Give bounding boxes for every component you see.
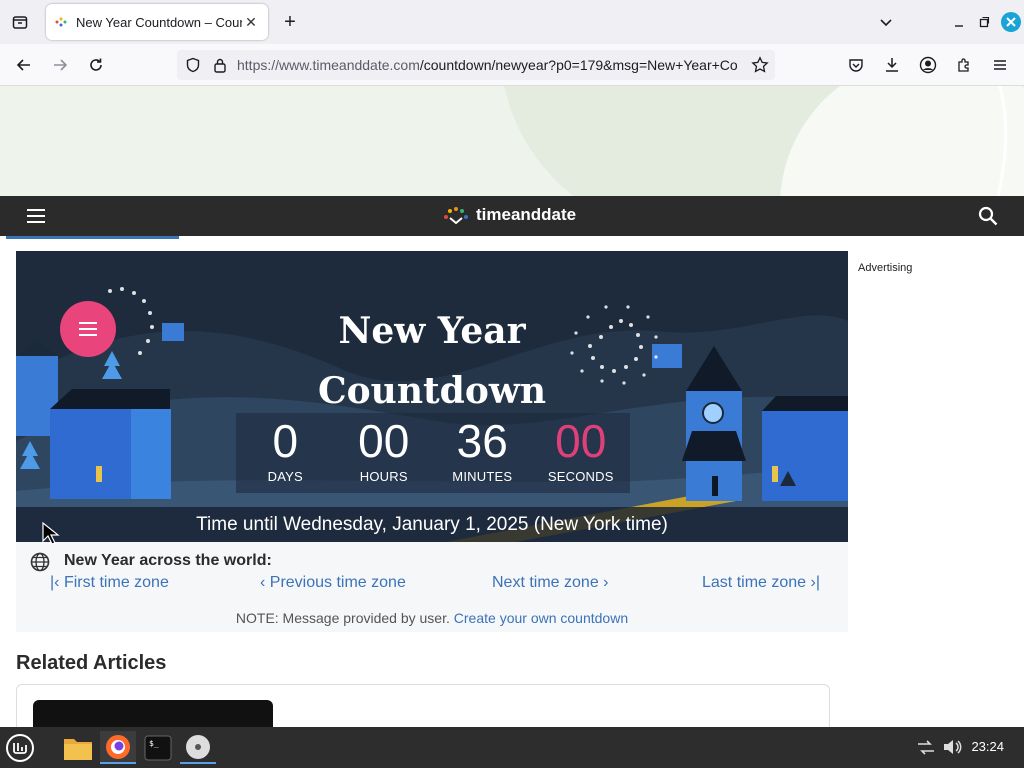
tab-close-icon[interactable]: ✕ (242, 14, 260, 31)
countdown-timer: 0 DAYS 00 HOURS 36 MINUTES 00 SECONDS (236, 413, 630, 493)
days-cell: 0 DAYS (236, 413, 335, 493)
tab-list-chevron-icon[interactable] (872, 8, 900, 36)
taskbar-clock[interactable]: 23:24 (971, 739, 1004, 754)
countdown-hero: New Year Countdown 0 DAYS 00 HOURS 36 MI… (16, 251, 848, 542)
countdown-title-line1: New Year (338, 310, 526, 352)
app-menu-icon[interactable] (986, 51, 1014, 79)
bookmark-star-icon[interactable] (751, 56, 769, 79)
active-section-indicator (6, 236, 179, 239)
advertising-label: Advertising (858, 262, 913, 274)
first-time-zone-link[interactable]: |‹ First time zone (50, 574, 169, 592)
countdown-caption: Time until Wednesday, January 1, 2025 (N… (16, 507, 848, 542)
lock-icon[interactable] (213, 57, 227, 78)
network-status-icon[interactable] (916, 739, 936, 762)
last-arrow-icon: ›| (806, 574, 821, 591)
seconds-label: SECONDS (547, 469, 614, 484)
ad-banner (0, 86, 1024, 196)
days-label: DAYS (267, 469, 303, 484)
create-countdown-link[interactable]: Create your own countdown (454, 610, 628, 626)
back-arrow-icon[interactable] (10, 51, 38, 79)
seconds-cell: 00 SECONDS (532, 413, 631, 493)
volume-icon[interactable] (942, 738, 962, 761)
next-time-zone-label: Next time zone (492, 574, 599, 591)
reload-icon[interactable] (82, 51, 110, 79)
countdown-title-line2: Countdown (318, 370, 546, 412)
globe-icon (30, 552, 50, 577)
files-folder-icon[interactable] (60, 731, 96, 764)
minutes-cell: 36 MINUTES (433, 413, 532, 493)
hours-label: HOURS (359, 469, 408, 484)
svg-text:$_: $_ (149, 739, 159, 748)
downloads-icon[interactable] (878, 51, 906, 79)
start-menu-icon[interactable] (2, 731, 38, 764)
first-time-zone-label: First time zone (63, 574, 169, 591)
related-articles-heading: Related Articles (16, 652, 167, 674)
seconds-value: 00 (555, 415, 607, 467)
previous-time-zone-label: Previous time zone (269, 574, 406, 591)
chevron-right-icon: › (598, 574, 609, 591)
tab-active[interactable]: New Year Countdown – Countdown Timer ✕ (46, 4, 268, 40)
tracking-shield-icon[interactable] (185, 57, 201, 78)
hours-value: 00 (358, 415, 410, 467)
url-text[interactable]: https://www.timeanddate.com/countdown/ne… (237, 57, 737, 73)
site-logo[interactable]: timeanddate (442, 205, 576, 225)
previous-time-zone-link[interactable]: ‹ Previous time zone (260, 574, 406, 592)
url-bar[interactable]: https://www.timeanddate.com/countdown/ne… (177, 50, 775, 80)
site-header: timeanddate (0, 196, 1024, 236)
hamburger-menu-icon[interactable] (26, 208, 46, 229)
window-maximize-icon[interactable] (970, 8, 998, 36)
tab-title: New Year Countdown – Countdown Timer (76, 14, 242, 30)
browser-tab-bar: New Year Countdown – Countdown Timer ✕ + (0, 0, 1024, 44)
site-favicon-icon (54, 15, 68, 29)
os-taskbar: $_ 23:24 (0, 727, 1024, 768)
user-message-note: NOTE: Message provided by user. Create y… (16, 610, 848, 626)
account-icon[interactable] (914, 51, 942, 79)
note-text: NOTE: Message provided by user. (235, 610, 450, 626)
last-time-zone-label: Last time zone (702, 574, 807, 591)
world-timezone-nav: New Year across the world: |‹ First time… (16, 542, 848, 632)
logo-sunburst-icon (444, 207, 468, 225)
minutes-label: MINUTES (452, 469, 513, 484)
terminal-app-icon[interactable]: $_ (140, 731, 176, 764)
mouse-cursor-icon (42, 522, 60, 545)
chevron-left-icon: ‹ (260, 574, 270, 591)
days-value: 0 (272, 415, 299, 467)
next-time-zone-link[interactable]: Next time zone › (492, 574, 609, 592)
tab-overview-icon[interactable] (6, 8, 34, 36)
window-minimize-icon[interactable] (945, 8, 973, 36)
extensions-icon[interactable] (950, 51, 978, 79)
pocket-icon[interactable] (842, 51, 870, 79)
search-icon[interactable] (978, 206, 998, 231)
world-heading: New Year across the world: (64, 552, 272, 569)
forward-arrow-icon[interactable] (46, 51, 74, 79)
first-arrow-icon: |‹ (50, 574, 64, 591)
window-close-icon[interactable] (997, 8, 1024, 36)
disc-app-icon[interactable] (180, 731, 216, 764)
new-tab-button[interactable]: + (276, 8, 304, 36)
logo-text: timeanddate (476, 205, 577, 224)
minutes-value: 36 (456, 415, 508, 467)
firefox-app-icon[interactable] (100, 731, 136, 764)
last-time-zone-link[interactable]: Last time zone ›| (702, 574, 820, 592)
browser-nav-bar: https://www.timeanddate.com/countdown/ne… (0, 44, 1024, 86)
countdown-title: New Year Countdown (16, 301, 848, 421)
related-article-image[interactable] (33, 700, 273, 727)
hours-cell: 00 HOURS (335, 413, 434, 493)
web-page: timeanddate New Year Countdown 0 DAYS 00… (0, 86, 1024, 727)
related-article-card[interactable] (16, 684, 830, 727)
